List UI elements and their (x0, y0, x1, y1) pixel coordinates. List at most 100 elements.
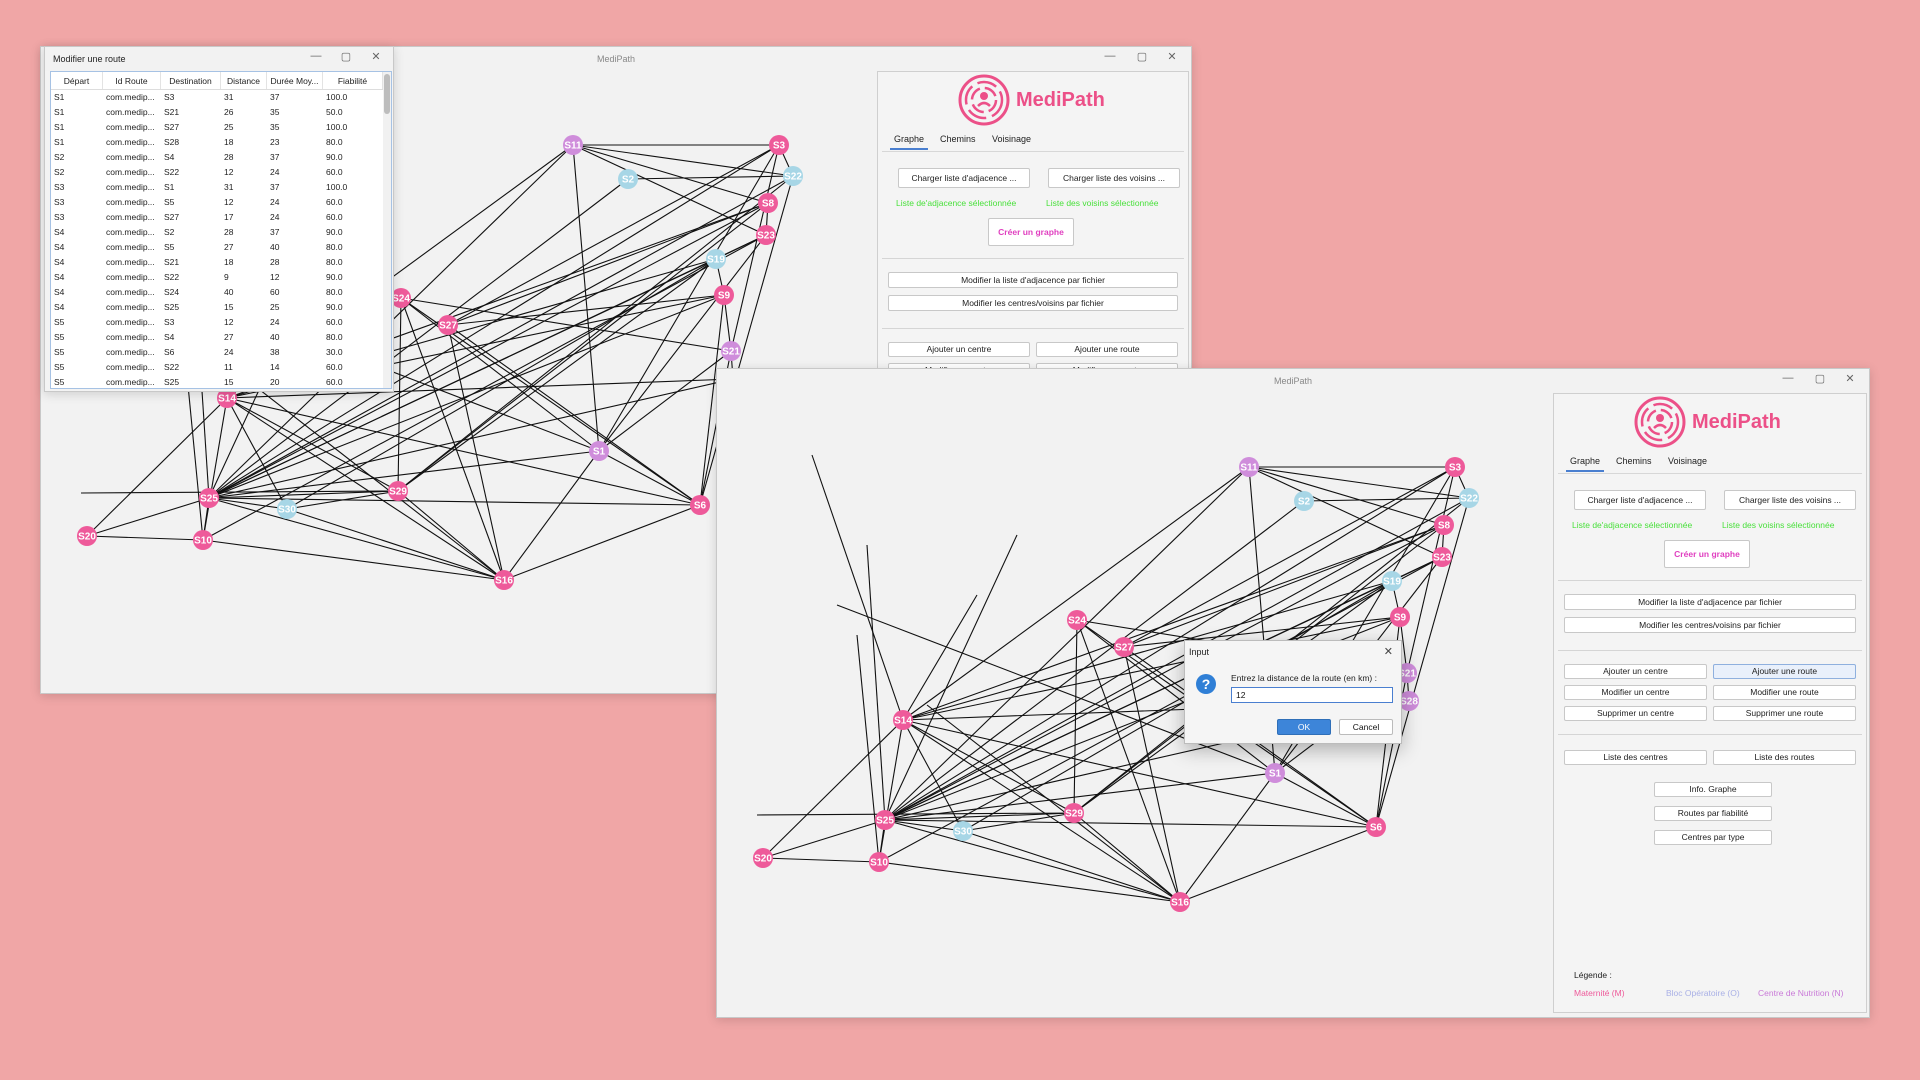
scrollbar[interactable] (383, 72, 391, 388)
graph-node[interactable]: S19 (1382, 571, 1402, 591)
close-icon[interactable]: ✕ (365, 50, 387, 63)
graph-node[interactable]: S3 (1445, 457, 1465, 477)
maximize-icon[interactable]: ▢ (1131, 50, 1153, 63)
load-neighbors-button[interactable]: Charger liste des voisins ... (1048, 168, 1180, 188)
load-adjacency-button[interactable]: Charger liste d'adjacence ... (1574, 490, 1706, 510)
minimize-icon[interactable]: — (1099, 50, 1121, 62)
table-row[interactable]: S5 com.medip... S6 24 38 30.0 (51, 345, 391, 360)
table-row[interactable]: S5 com.medip... S4 27 40 80.0 (51, 330, 391, 345)
graph-node[interactable]: S20 (753, 848, 773, 868)
list-centers-button[interactable]: Liste des centres (1564, 750, 1707, 765)
modify-adjacency-file-button[interactable]: Modifier la liste d'adjacence par fichie… (888, 272, 1178, 288)
graph-node[interactable]: S28 (1399, 691, 1419, 711)
close-icon[interactable]: ✕ (1384, 645, 1393, 658)
column-header[interactable]: Id Route (103, 72, 161, 89)
graph-node[interactable]: S27 (438, 315, 458, 335)
graph-node[interactable]: S11 (1239, 457, 1259, 477)
graph-node[interactable]: S3 (769, 135, 789, 155)
maximize-icon[interactable]: ▢ (1809, 372, 1831, 385)
create-graph-button[interactable]: Créer un graphe (1664, 540, 1750, 568)
graph-node[interactable]: S22 (1459, 488, 1479, 508)
table-row[interactable]: S2 com.medip... S4 28 37 90.0 (51, 150, 391, 165)
column-header[interactable]: Distance (221, 72, 267, 89)
modify-centers-file-button[interactable]: Modifier les centres/voisins par fichier (1564, 617, 1856, 633)
column-header[interactable]: Fiabilité (323, 72, 383, 89)
table-row[interactable]: S4 com.medip... S22 9 12 90.0 (51, 270, 391, 285)
table-row[interactable]: S2 com.medip... S22 12 24 60.0 (51, 165, 391, 180)
add-center-button[interactable]: Ajouter un centre (1564, 664, 1707, 679)
graph-node[interactable]: S9 (714, 285, 734, 305)
graph-node[interactable]: S23 (756, 225, 776, 245)
graph-node[interactable]: S10 (869, 852, 889, 872)
graph-info-button[interactable]: Info. Graphe (1654, 782, 1772, 797)
graph-node[interactable]: S14 (893, 710, 913, 730)
maximize-icon[interactable]: ▢ (335, 50, 357, 63)
create-graph-button[interactable]: Créer un graphe (988, 218, 1074, 246)
title-bar[interactable]: MediPath — ▢ ✕ (717, 369, 1869, 395)
table-row[interactable]: S5 com.medip... S3 12 24 60.0 (51, 315, 391, 330)
tab-graphe[interactable]: Graphe (890, 134, 929, 150)
graph-node[interactable]: S27 (1114, 637, 1134, 657)
graph-node[interactable]: S8 (758, 193, 778, 213)
graph-node[interactable]: S16 (1170, 892, 1190, 912)
graph-node[interactable]: S22 (783, 166, 803, 186)
graph-node[interactable]: S21 (721, 341, 741, 361)
graph-node[interactable]: S6 (1366, 817, 1386, 837)
tab-graphe[interactable]: Graphe (1566, 456, 1605, 472)
table-row[interactable]: S5 com.medip... S25 15 20 60.0 (51, 375, 391, 388)
graph-node[interactable]: S19 (706, 249, 726, 269)
load-neighbors-button[interactable]: Charger liste des voisins ... (1724, 490, 1856, 510)
minimize-icon[interactable]: — (1777, 372, 1799, 384)
cancel-button[interactable]: Cancel (1339, 719, 1393, 735)
centers-type-button[interactable]: Centres par type (1654, 830, 1772, 845)
tab-chemins[interactable]: Chemins (936, 134, 980, 148)
graph-svg[interactable]: S11S3S2S22S8S23S19S9S27S21S28S24S14S1S25… (717, 395, 1547, 1015)
graph-node[interactable]: S30 (953, 821, 973, 841)
graph-node[interactable]: S23 (1432, 547, 1452, 567)
column-header[interactable]: Destination (161, 72, 221, 89)
add-center-button[interactable]: Ajouter un centre (888, 342, 1030, 357)
graph-canvas[interactable]: S11S3S2S22S8S23S19S9S27S21S28S24S14S1S25… (717, 395, 1547, 1015)
table-row[interactable]: S3 com.medip... S5 12 24 60.0 (51, 195, 391, 210)
graph-node[interactable]: S11 (563, 135, 583, 155)
table-row[interactable]: S3 com.medip... S1 31 37 100.0 (51, 180, 391, 195)
graph-node[interactable]: S25 (875, 810, 895, 830)
graph-node[interactable]: S24 (1067, 610, 1087, 630)
table-row[interactable]: S1 com.medip... S21 26 35 50.0 (51, 105, 391, 120)
graph-node[interactable]: S2 (618, 169, 638, 189)
ok-button[interactable]: OK (1277, 719, 1331, 735)
table-row[interactable]: S3 com.medip... S27 17 24 60.0 (51, 210, 391, 225)
modify-centers-file-button[interactable]: Modifier les centres/voisins par fichier (888, 295, 1178, 311)
graph-node[interactable]: S9 (1390, 607, 1410, 627)
graph-node[interactable]: S29 (1064, 803, 1084, 823)
routes-table[interactable]: Départ Id Route Destination Distance Durée M… (50, 71, 392, 389)
modify-adjacency-file-button[interactable]: Modifier la liste d'adjacence par fichie… (1564, 594, 1856, 610)
table-row[interactable]: S1 com.medip... S27 25 35 100.0 (51, 120, 391, 135)
graph-node[interactable]: S2 (1294, 491, 1314, 511)
tab-voisinage[interactable]: Voisinage (1664, 456, 1711, 470)
modify-route-button[interactable]: Modifier une route (1713, 685, 1856, 700)
graph-node[interactable]: S6 (690, 495, 710, 515)
graph-node[interactable]: S20 (77, 526, 97, 546)
table-row[interactable]: S4 com.medip... S25 15 25 90.0 (51, 300, 391, 315)
column-header[interactable]: Départ (51, 72, 103, 89)
column-header[interactable]: Durée Moy... (267, 72, 323, 89)
delete-route-button[interactable]: Supprimer une route (1713, 706, 1856, 721)
table-row[interactable]: S4 com.medip... S21 18 28 80.0 (51, 255, 391, 270)
title-bar[interactable]: Modifier une route — ▢ ✕ (45, 47, 393, 71)
graph-node[interactable]: S16 (494, 570, 514, 590)
table-row[interactable]: S1 com.medip... S3 31 37 100.0 (51, 90, 391, 105)
graph-node[interactable]: S10 (193, 530, 213, 550)
table-row[interactable]: S4 com.medip... S5 27 40 80.0 (51, 240, 391, 255)
load-adjacency-button[interactable]: Charger liste d'adjacence ... (898, 168, 1030, 188)
minimize-icon[interactable]: — (305, 50, 327, 62)
tab-voisinage[interactable]: Voisinage (988, 134, 1035, 148)
graph-node[interactable]: S30 (277, 499, 297, 519)
graph-node[interactable]: S29 (388, 481, 408, 501)
routes-reliability-button[interactable]: Routes par fiabilité (1654, 806, 1772, 821)
distance-input[interactable]: 12 (1231, 687, 1393, 703)
tab-chemins[interactable]: Chemins (1612, 456, 1656, 470)
table-row[interactable]: S4 com.medip... S24 40 60 80.0 (51, 285, 391, 300)
add-route-button[interactable]: Ajouter une route (1036, 342, 1178, 357)
graph-node[interactable]: S25 (199, 488, 219, 508)
